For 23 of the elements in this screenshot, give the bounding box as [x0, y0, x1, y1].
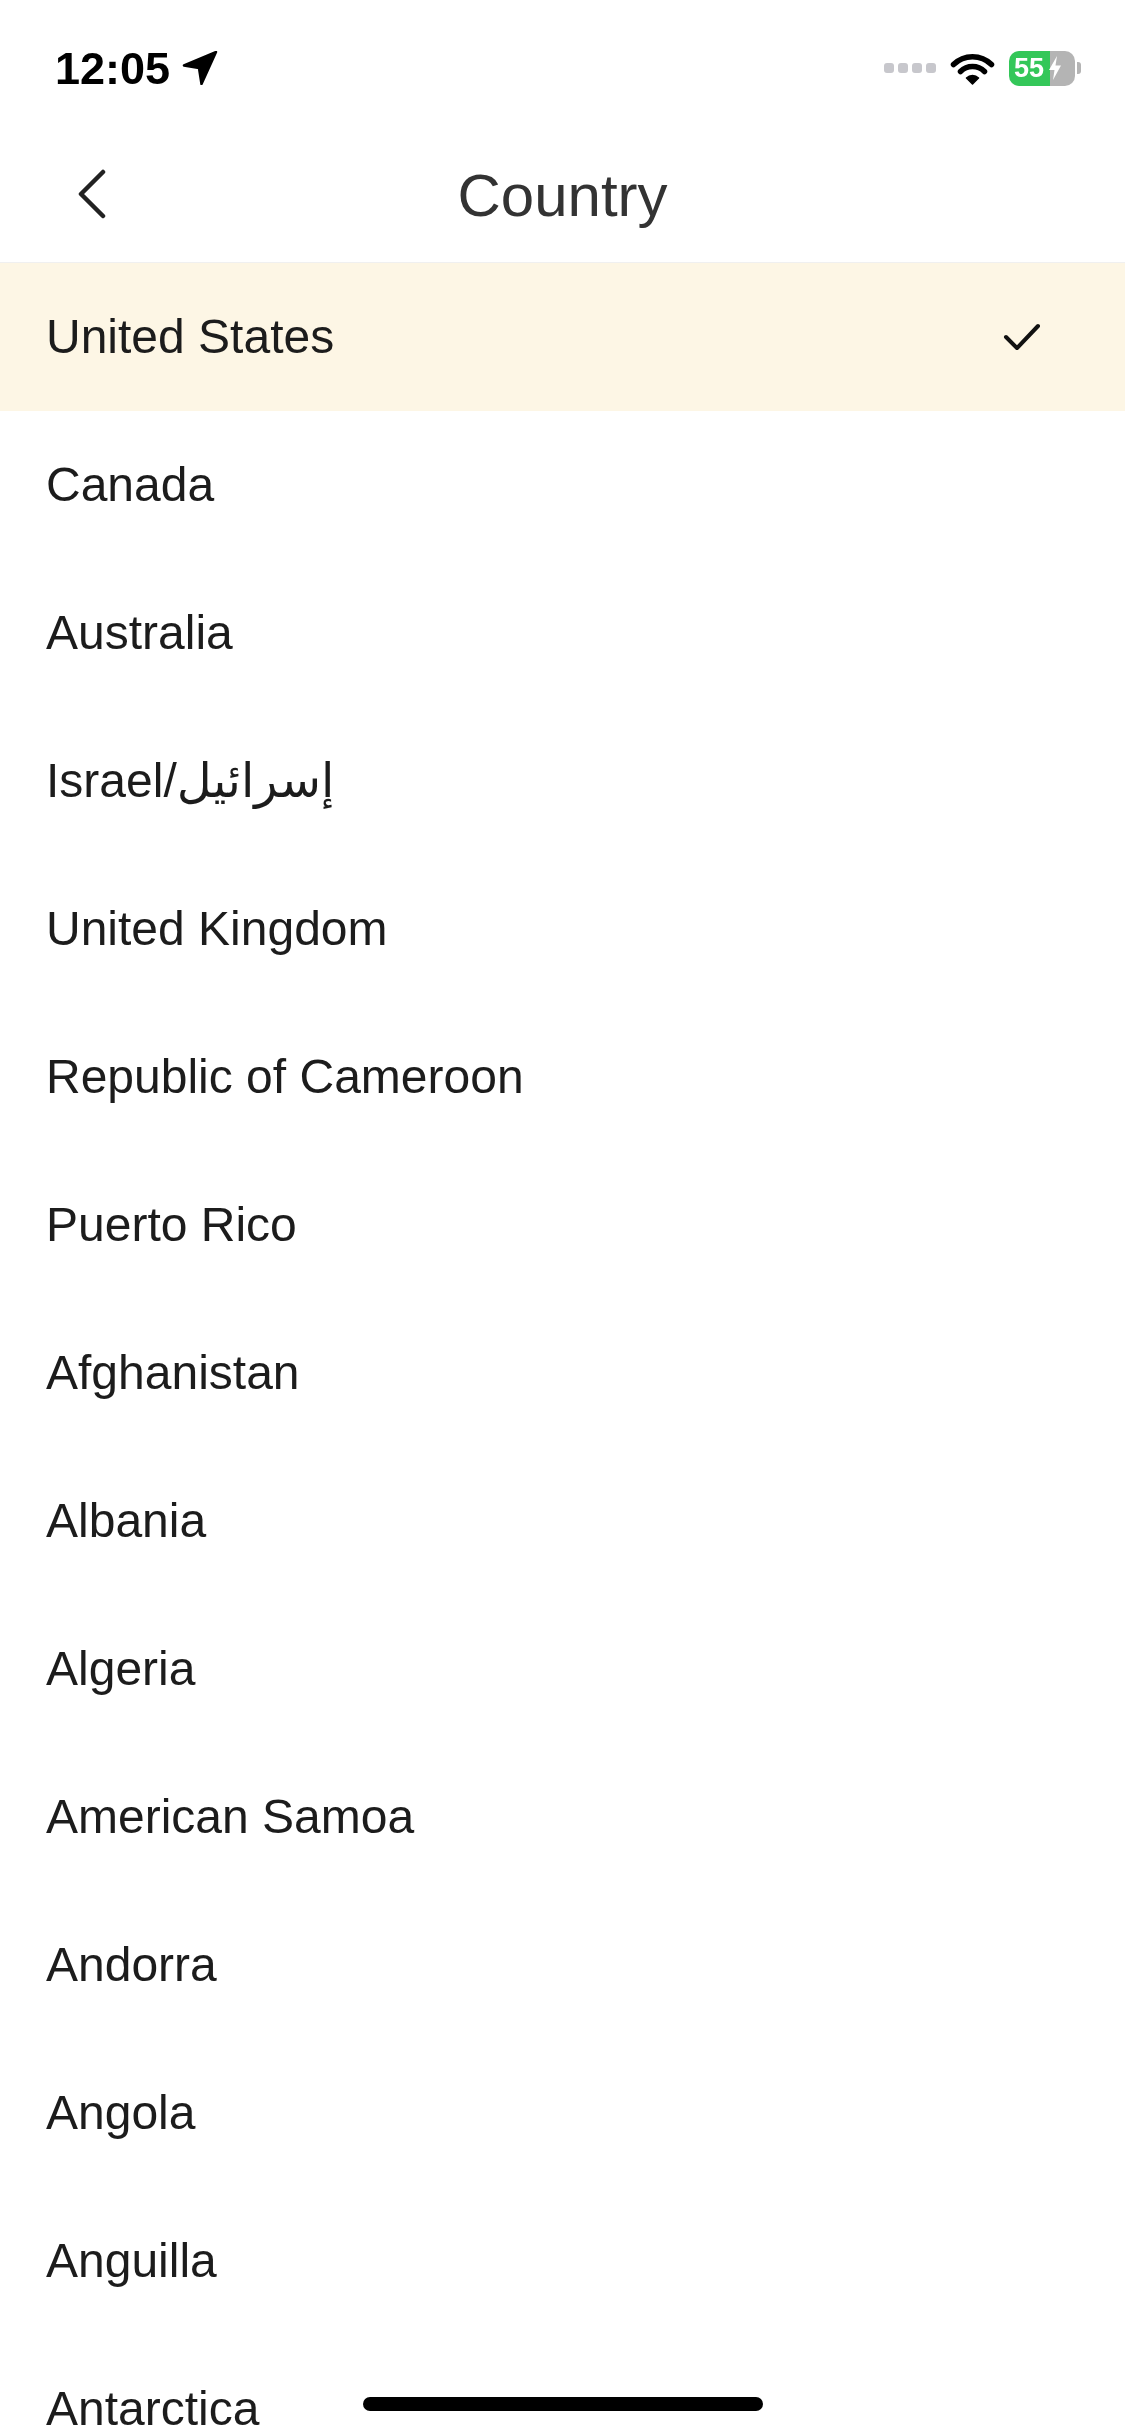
country-row[interactable]: Algeria	[0, 1595, 1125, 1743]
screen-title: Country	[457, 166, 668, 226]
location-arrow-icon	[182, 51, 219, 85]
country-row[interactable]: Anguilla	[0, 2187, 1125, 2335]
country-row[interactable]: Andorra	[0, 1891, 1125, 2039]
back-chevron-icon	[77, 169, 107, 219]
country-row[interactable]: Israel/إسرائيل	[0, 707, 1125, 855]
wifi-icon	[950, 51, 995, 85]
country-row[interactable]: Antarctica	[0, 2335, 1125, 2436]
signal-dots-icon	[884, 63, 936, 73]
country-row[interactable]: Puerto Rico	[0, 1151, 1125, 1299]
checkmark-icon	[1003, 322, 1041, 352]
country-row[interactable]: Canada	[0, 411, 1125, 559]
country-row[interactable]: Republic of Cameroon	[0, 1003, 1125, 1151]
status-time: 12:05	[55, 45, 171, 91]
country-row[interactable]: Afghanistan	[0, 1299, 1125, 1447]
battery-percentage: 55	[1014, 54, 1045, 82]
country-row[interactable]: Australia	[0, 559, 1125, 707]
country-row[interactable]: Albania	[0, 1447, 1125, 1595]
country-row[interactable]: American Samoa	[0, 1743, 1125, 1891]
country-row[interactable]: Angola	[0, 2039, 1125, 2187]
country-row[interactable]: United States	[0, 263, 1125, 411]
country-row[interactable]: United Kingdom	[0, 855, 1125, 1003]
